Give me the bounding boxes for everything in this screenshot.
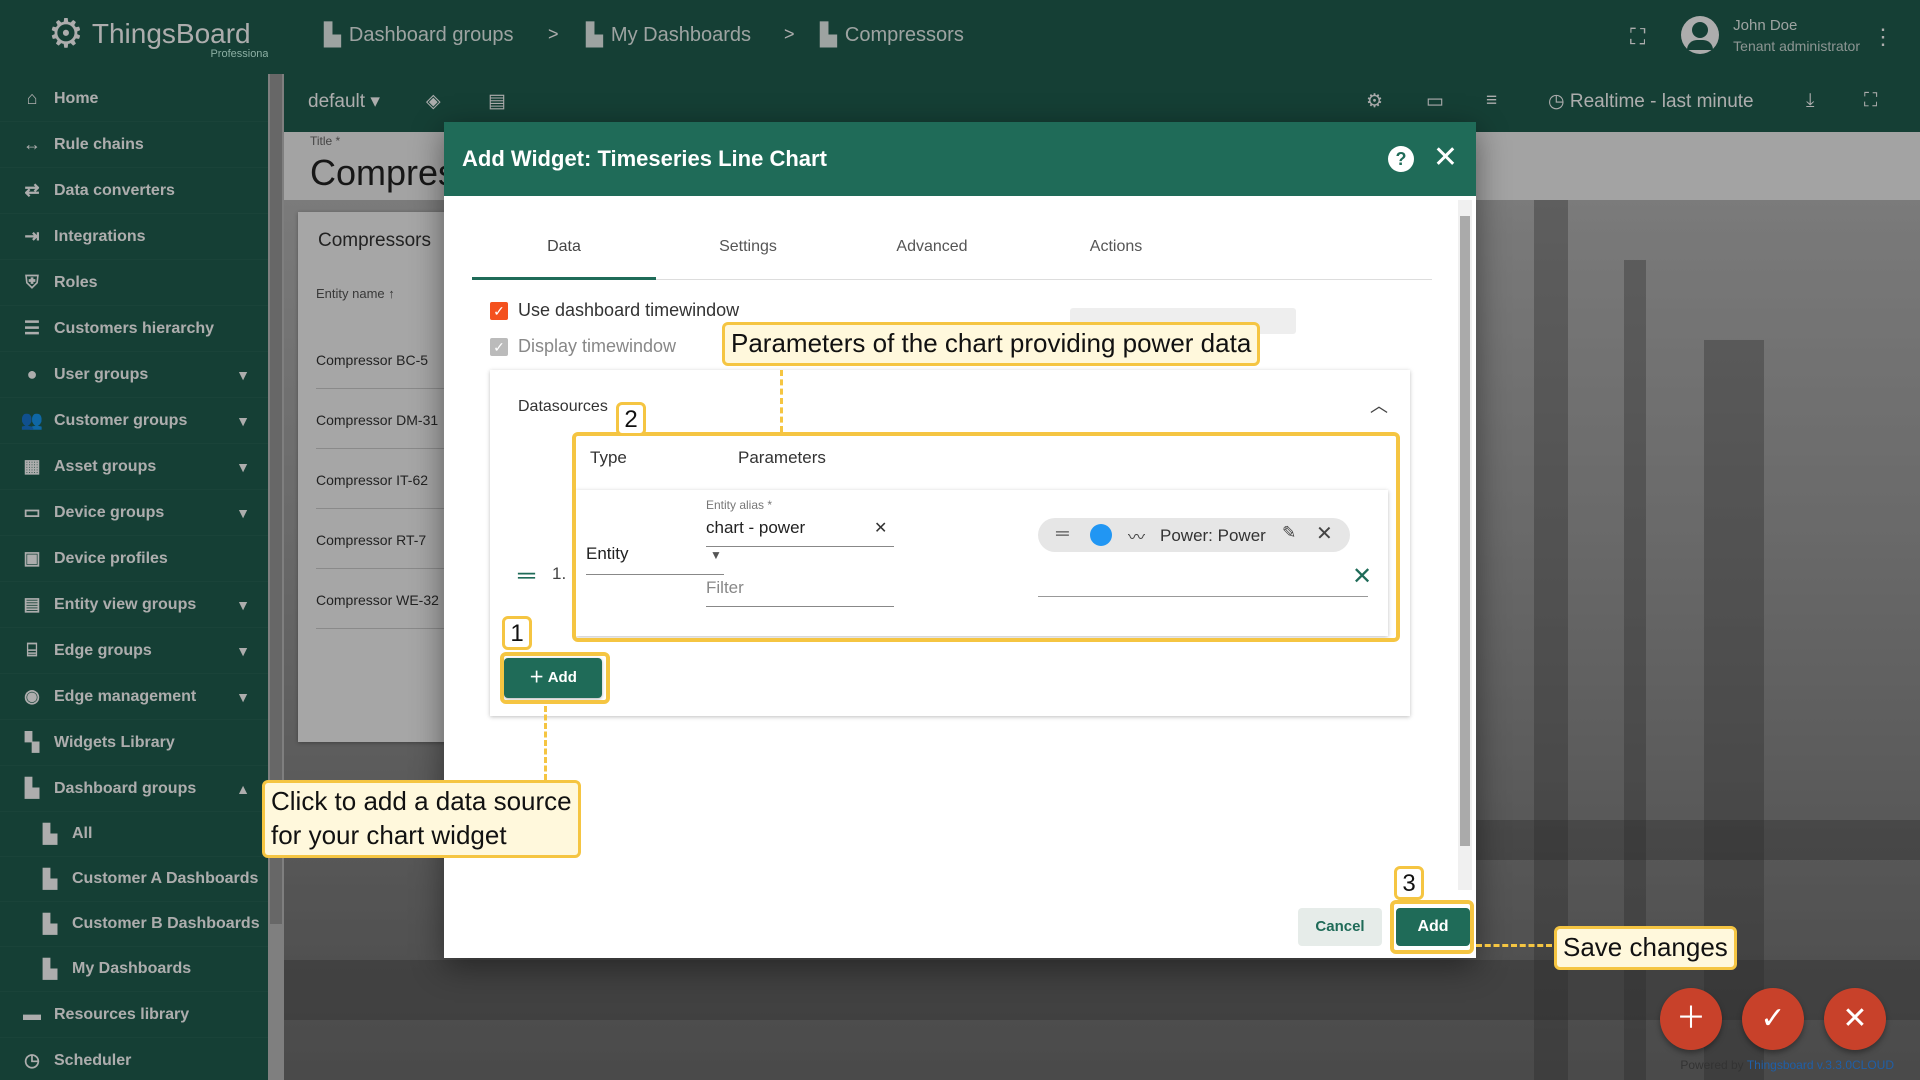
callout-save: Save changes xyxy=(1554,926,1737,970)
help-icon[interactable]: ? xyxy=(1388,146,1414,172)
step-number-1: 1 xyxy=(502,616,532,650)
datasources-title: Datasources xyxy=(518,398,608,415)
scrollbar-thumb[interactable] xyxy=(1460,216,1470,846)
powered-link[interactable]: Thingsboard v.3.3.0CLOUD xyxy=(1747,1058,1894,1072)
tab-advanced[interactable]: Advanced xyxy=(840,232,1024,280)
close-icon[interactable]: ✕ xyxy=(1433,140,1458,175)
connector-line xyxy=(780,370,783,432)
dialog-tabs: Data Settings Advanced Actions xyxy=(472,232,1432,280)
callout-line: for your chart widget xyxy=(271,819,507,850)
highlight-add-datasource xyxy=(500,652,610,704)
step-number-3: 3 xyxy=(1394,866,1424,900)
row-index: 1. xyxy=(552,564,567,583)
connector-line xyxy=(1476,944,1552,947)
decline-changes-fab[interactable]: ✕ xyxy=(1824,988,1886,1050)
powered-by: Powered by Thingsboard v.3.3.0CLOUD xyxy=(1680,1058,1894,1072)
callout-parameters: Parameters of the chart providing power … xyxy=(722,322,1261,366)
highlight-save xyxy=(1390,900,1474,954)
dialog-scrollbar[interactable] xyxy=(1458,200,1472,890)
cancel-button[interactable]: Cancel xyxy=(1298,908,1382,946)
step-number-2: 2 xyxy=(616,402,646,436)
drag-handle-icon[interactable]: ═ xyxy=(518,562,535,590)
callout-add-datasource: Click to add a data source for your chart… xyxy=(262,780,581,858)
display-timewindow-checkbox: ✓ xyxy=(490,338,508,356)
tab-actions[interactable]: Actions xyxy=(1024,232,1208,280)
powered-prefix: Powered by xyxy=(1680,1058,1744,1072)
use-dashboard-timewindow-checkbox[interactable]: ✓ xyxy=(490,302,508,320)
dialog-header: Add Widget: Timeseries Line Chart ? ✕ xyxy=(444,122,1476,196)
apply-changes-fab[interactable]: ✓ xyxy=(1742,988,1804,1050)
chevron-up-icon[interactable]: ︿ xyxy=(1370,392,1388,418)
dialog-title: Add Widget: Timeseries Line Chart xyxy=(462,146,827,171)
highlight-parameters xyxy=(572,432,1400,642)
tab-data[interactable]: Data xyxy=(472,232,656,280)
tab-settings[interactable]: Settings xyxy=(656,232,840,280)
use-dashboard-timewindow-label: Use dashboard timewindow xyxy=(518,300,740,320)
connector-line xyxy=(544,706,547,780)
display-timewindow-label: Display timewindow xyxy=(518,336,677,356)
callout-line: Click to add a data source xyxy=(271,786,572,816)
add-widget-fab[interactable]: ＋ xyxy=(1660,988,1722,1050)
